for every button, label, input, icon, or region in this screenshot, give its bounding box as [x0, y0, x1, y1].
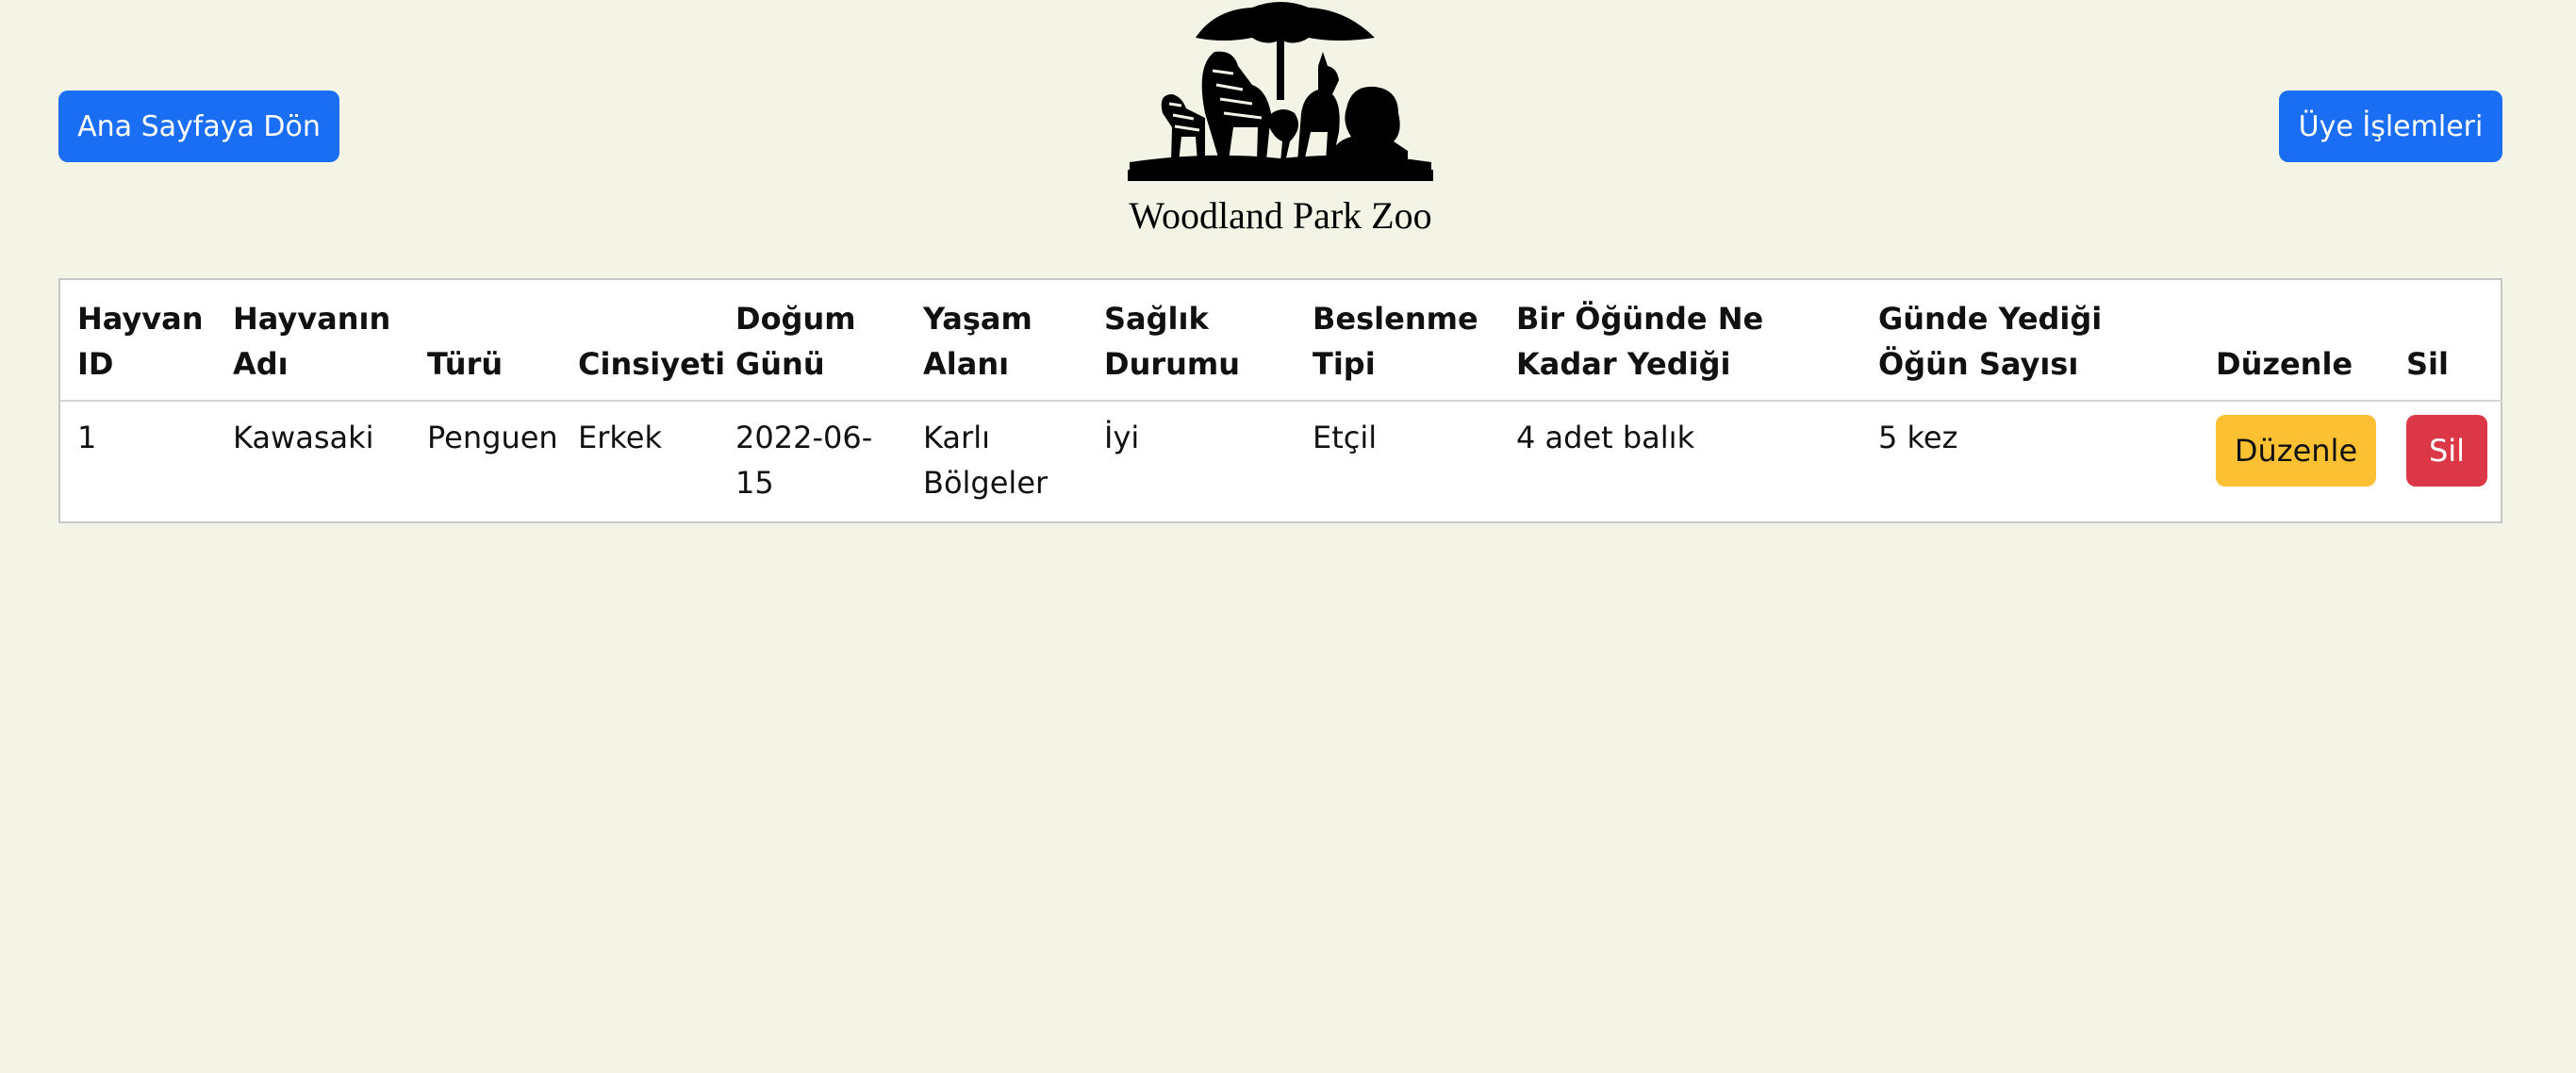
cell-animal-name: Kawasaki: [233, 420, 374, 455]
cell-health: İyi: [1104, 420, 1140, 455]
cell-edit: Düzenle: [2199, 401, 2389, 521]
header-gender: Cinsiyeti: [561, 280, 725, 402]
header-diet: Beslenme Tipi: [1296, 280, 1499, 402]
cell-habitat: Karlı Bölgeler: [923, 420, 1049, 501]
home-button[interactable]: Ana Sayfaya Dön: [58, 91, 339, 162]
header-portion: Bir Öğünde Ne Kadar Yediği: [1499, 280, 1861, 402]
cell-birthday: 2022-06-15: [735, 420, 873, 501]
page: Ana Sayfaya Dön Woodland Park Zoo Üye İş…: [0, 0, 2576, 1073]
cell-portion: 4 adet balık: [1516, 420, 1695, 455]
header-meals: Günde Yediği Öğün Sayısı: [1861, 280, 2199, 402]
table-row: 1 Kawasaki Penguen Erkek 2022-06-15 Karl…: [60, 401, 2502, 521]
animal-table: Hayvan ID Hayvanın Adı Türü Cinsiyeti Do…: [60, 280, 2502, 521]
cell-delete: Sil: [2389, 401, 2502, 521]
cell-animal-id: 1: [77, 420, 97, 455]
header-habitat: Yaşam Alanı: [906, 280, 1087, 402]
cell-gender: Erkek: [578, 420, 662, 455]
edit-button[interactable]: Düzenle: [2216, 415, 2376, 487]
animal-table-container: Hayvan ID Hayvanın Adı Türü Cinsiyeti Do…: [58, 278, 2502, 523]
logo-text: Woodland Park Zoo: [1129, 194, 1431, 237]
delete-button[interactable]: Sil: [2406, 415, 2487, 487]
zoo-logo: Woodland Park Zoo: [1092, 0, 1469, 238]
header-health: Sağlık Durumu: [1087, 280, 1296, 402]
cell-diet: Etçil: [1313, 420, 1378, 455]
header-edit: Düzenle: [2199, 280, 2389, 402]
cell-meals: 5 kez: [1878, 420, 1958, 455]
cell-species: Penguen: [427, 420, 558, 455]
member-operations-button[interactable]: Üye İşlemleri: [2279, 91, 2502, 162]
header-delete: Sil: [2389, 280, 2502, 402]
header-animal-id: Hayvan ID: [60, 280, 216, 402]
table-header-row: Hayvan ID Hayvanın Adı Türü Cinsiyeti Do…: [60, 280, 2502, 402]
header-animal-name: Hayvanın Adı: [216, 280, 410, 402]
header-birthday: Doğum Günü: [718, 280, 906, 402]
header-species: Türü: [410, 280, 561, 402]
zoo-animals-silhouette-icon: Woodland Park Zoo: [1128, 2, 1433, 237]
